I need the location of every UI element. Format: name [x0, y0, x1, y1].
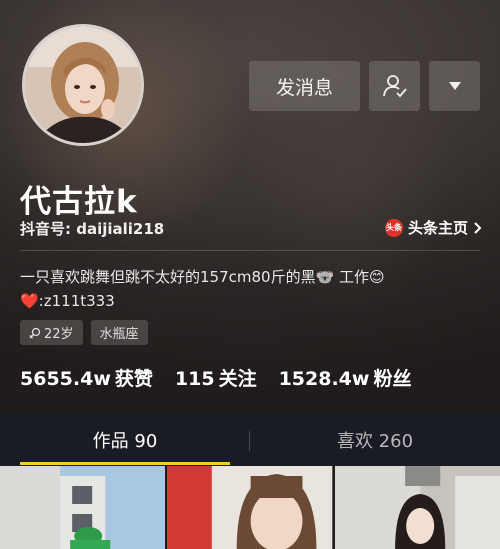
douyin-id: 抖音号: daijiali218: [20, 220, 165, 238]
more-options-button[interactable]: [429, 61, 480, 111]
followers-stat[interactable]: 1528.4w 粉丝: [279, 364, 412, 391]
profile-stats: 5655.4w 获赞 115 关注 1528.4w 粉丝: [20, 364, 411, 391]
profile-name: 代古拉k: [20, 184, 138, 220]
likes-label: 获赞: [114, 368, 153, 390]
thumbnail-image: [334, 466, 500, 549]
bio-line: 一只喜欢跳舞但跳不太好的157cm80斤的黑🐨 工作😊: [20, 268, 385, 286]
likes-stat[interactable]: 5655.4w 获赞: [20, 364, 153, 391]
followers-label: 粉丝: [373, 368, 412, 390]
bio: 一只喜欢跳舞但跳不太好的157cm80斤的黑🐨 工作😊 ❤️:z111t333: [20, 265, 480, 313]
toutiao-logo-icon: 头条: [384, 218, 403, 237]
toutiao-label: 头条主页: [407, 219, 468, 237]
toutiao-homepage-link[interactable]: 头条 头条主页: [384, 217, 482, 238]
chevron-right-icon: [474, 221, 482, 234]
active-tab-indicator: [20, 462, 230, 465]
following-stat[interactable]: 115 关注: [175, 364, 257, 391]
followers-count: 1528.4w: [278, 368, 370, 390]
bio-line: ❤️:z111t333: [20, 292, 115, 310]
avatar-image: [25, 27, 141, 143]
tab-likes[interactable]: 喜欢 260: [250, 413, 500, 466]
thumbnail-image: [167, 466, 333, 549]
send-message-button[interactable]: 发消息: [249, 61, 360, 111]
video-thumbnail[interactable]: [334, 466, 500, 549]
zodiac-label: 水瓶座: [99, 327, 139, 342]
tab-works[interactable]: 作品 90: [0, 413, 250, 466]
following-count: 115: [174, 368, 215, 390]
age-label: 22岁: [44, 327, 74, 342]
video-grid: [0, 466, 500, 549]
zodiac-tag: 水瓶座: [90, 320, 148, 345]
thumbnail-image: [0, 466, 166, 549]
likes-count: 5655.4w: [20, 368, 111, 390]
caret-down-icon: [448, 82, 461, 90]
video-thumbnail[interactable]: [167, 466, 333, 549]
avatar[interactable]: [22, 24, 144, 146]
user-check-icon: [382, 75, 407, 98]
following-label: 关注: [218, 368, 257, 390]
profile-tags: 22岁 水瓶座: [20, 320, 148, 345]
female-icon: [29, 327, 41, 338]
tab-separator: [249, 431, 250, 451]
followed-button[interactable]: [369, 61, 420, 111]
video-thumbnail[interactable]: [0, 466, 166, 549]
age-tag: 22岁: [20, 320, 83, 345]
divider: [20, 250, 480, 251]
content-tabs: 作品 90 喜欢 260: [0, 413, 500, 466]
